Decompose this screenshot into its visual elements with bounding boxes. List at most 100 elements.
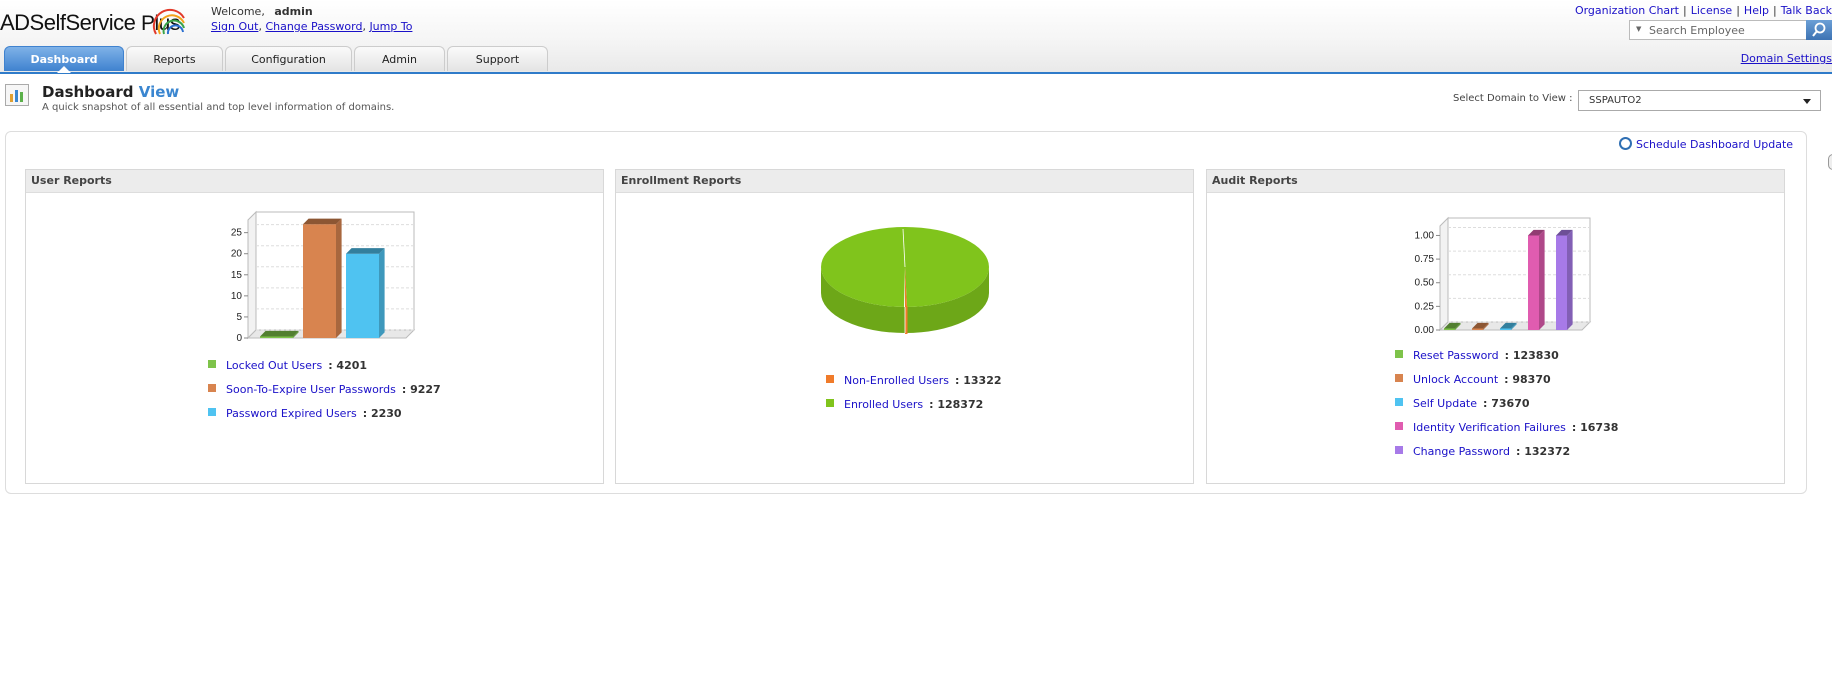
domain-select-value: SSPAUTO2 bbox=[1589, 95, 1642, 106]
legend-value: : 4201 bbox=[328, 359, 368, 372]
license-link[interactable]: License bbox=[1691, 4, 1732, 17]
bar-front bbox=[1556, 235, 1567, 330]
logo-arc-icon bbox=[152, 8, 185, 35]
legend-link-reset-password[interactable]: Reset Password: 123830 bbox=[1413, 349, 1559, 362]
organization-chart-link[interactable]: Organization Chart bbox=[1575, 4, 1679, 17]
legend-value: : 16738 bbox=[1571, 421, 1619, 434]
bar-front bbox=[1472, 328, 1483, 330]
bar-change-password bbox=[1556, 229, 1573, 330]
legend-value: : 128372 bbox=[929, 398, 984, 411]
bar-top bbox=[260, 330, 299, 337]
bar-front bbox=[346, 253, 379, 338]
tab-configuration[interactable]: Configuration bbox=[225, 46, 352, 71]
bar-front bbox=[303, 224, 336, 338]
welcome-label: Welcome, bbox=[211, 5, 265, 18]
legend-value: : 123830 bbox=[1504, 349, 1559, 362]
schedule-link-text: Schedule Dashboard Update bbox=[1636, 138, 1794, 151]
change-password-link[interactable]: Change Password bbox=[265, 20, 362, 33]
bar-top bbox=[346, 248, 385, 254]
enrollment-reports-chart bbox=[821, 227, 989, 334]
chevron-down-icon bbox=[1803, 99, 1811, 104]
legend-value: : 13322 bbox=[955, 374, 1002, 387]
domain-select-label: Select Domain to View : bbox=[1453, 93, 1573, 104]
legend-link-locked-out-users[interactable]: Locked Out Users: 4201 bbox=[226, 359, 367, 372]
legend-value: : 132372 bbox=[1516, 445, 1571, 458]
search-button[interactable] bbox=[1806, 20, 1832, 40]
y-tick-label: 0.50 bbox=[1415, 278, 1435, 289]
page-title: Dashboard View bbox=[42, 83, 179, 101]
bar-top bbox=[303, 218, 342, 225]
legend-swatch bbox=[208, 408, 216, 416]
bar-front bbox=[1444, 328, 1455, 330]
legend-swatch bbox=[826, 375, 834, 383]
talk-back-link[interactable]: Talk Back bbox=[1781, 4, 1832, 17]
sign-out-link[interactable]: Sign Out bbox=[211, 20, 258, 33]
legend-swatch bbox=[208, 384, 216, 392]
tab-admin[interactable]: Admin bbox=[354, 46, 445, 71]
logo-text: ADSelfService bbox=[0, 10, 136, 35]
page-title-text: Dashboard bbox=[42, 83, 134, 101]
domain-settings-link[interactable]: Domain Settings bbox=[1741, 52, 1832, 65]
y-tick-label: 5 bbox=[236, 312, 242, 323]
panel-title: Enrollment Reports bbox=[616, 170, 1193, 193]
username: admin bbox=[274, 5, 313, 18]
schedule-dashboard-update-link[interactable]: Schedule Dashboard Update bbox=[1619, 137, 1793, 151]
y-tick-label: 0.75 bbox=[1415, 254, 1435, 265]
bar-side bbox=[1539, 229, 1545, 330]
collapse-handle-icon[interactable] bbox=[1828, 154, 1832, 170]
top-links: Organization Chart | License | Help | Talk Bac… bbox=[1574, 4, 1832, 17]
bar-locked-out-users bbox=[260, 330, 299, 338]
legend-swatch bbox=[1395, 350, 1403, 358]
bar-soon-to-expire-user-passwords bbox=[303, 218, 342, 338]
legend-link-change-password[interactable]: Change Password: 132372 bbox=[1413, 445, 1570, 458]
legend-swatch bbox=[1395, 374, 1403, 382]
bar-side bbox=[1567, 229, 1573, 330]
search-icon bbox=[1812, 22, 1826, 37]
domain-select[interactable]: SSPAUTO2 bbox=[1578, 90, 1821, 111]
bar-front bbox=[1500, 328, 1511, 330]
legend-swatch bbox=[1395, 422, 1403, 430]
bar-side bbox=[336, 218, 342, 338]
chart-side-wall bbox=[1439, 216, 1449, 332]
legend-value: : 2230 bbox=[362, 407, 402, 420]
y-tick-label: 20 bbox=[231, 249, 243, 260]
legend-link-identity-verification-failures[interactable]: Identity Verification Failures: 16738 bbox=[1413, 421, 1618, 434]
legend-link-soon-to-expire-user-passwords[interactable]: Soon-To-Expire User Passwords: 9227 bbox=[226, 383, 441, 396]
y-tick-label: 1.00 bbox=[1415, 230, 1435, 241]
bar-side bbox=[379, 248, 385, 338]
page-title-accent: View bbox=[138, 83, 180, 101]
tab-reports[interactable]: Reports bbox=[126, 46, 223, 71]
search-employee-field[interactable]: ▼ Search Employee bbox=[1629, 20, 1832, 40]
chart-side-wall bbox=[247, 210, 257, 340]
search-input[interactable]: Search Employee bbox=[1649, 24, 1745, 37]
jump-to-link[interactable]: Jump To bbox=[369, 20, 412, 33]
legend-value: : 98370 bbox=[1504, 373, 1551, 386]
page-subtitle: A quick snapshot of all essential and to… bbox=[42, 102, 395, 113]
dashboard-icon bbox=[5, 84, 29, 106]
welcome-block: Welcome, admin Sign Out, Change Password… bbox=[211, 5, 413, 33]
legend-link-self-update[interactable]: Self Update: 73670 bbox=[1413, 397, 1530, 410]
tab-support[interactable]: Support bbox=[447, 46, 548, 71]
legend-link-enrolled-users[interactable]: Enrolled Users: 128372 bbox=[844, 398, 983, 411]
legend-swatch bbox=[1395, 398, 1403, 406]
legend-link-non-enrolled-users[interactable]: Non-Enrolled Users: 13322 bbox=[844, 374, 1002, 387]
bar-identity-verification-failures bbox=[1528, 229, 1545, 330]
y-tick-label: 0.25 bbox=[1415, 301, 1435, 312]
y-tick-label: 0 bbox=[236, 333, 242, 344]
tab-dashboard[interactable]: Dashboard bbox=[4, 46, 124, 73]
legend-value: : 9227 bbox=[401, 383, 441, 396]
y-tick-label: 0.00 bbox=[1415, 325, 1435, 336]
legend-link-unlock-account[interactable]: Unlock Account: 98370 bbox=[1413, 373, 1551, 386]
legend-link-password-expired-users[interactable]: Password Expired Users: 2230 bbox=[226, 407, 402, 420]
search-dropdown-icon[interactable]: ▼ bbox=[1636, 25, 1641, 33]
clock-icon bbox=[1619, 137, 1632, 150]
panel-title: User Reports bbox=[26, 170, 603, 193]
panel-title: Audit Reports bbox=[1207, 170, 1784, 193]
legend-swatch bbox=[826, 399, 834, 407]
help-link[interactable]: Help bbox=[1744, 4, 1769, 17]
y-tick-label: 15 bbox=[231, 270, 243, 281]
legend-value: : 73670 bbox=[1483, 397, 1530, 410]
bar-front bbox=[260, 336, 293, 338]
legend-swatch bbox=[1395, 446, 1403, 454]
bar-front bbox=[1528, 235, 1539, 330]
